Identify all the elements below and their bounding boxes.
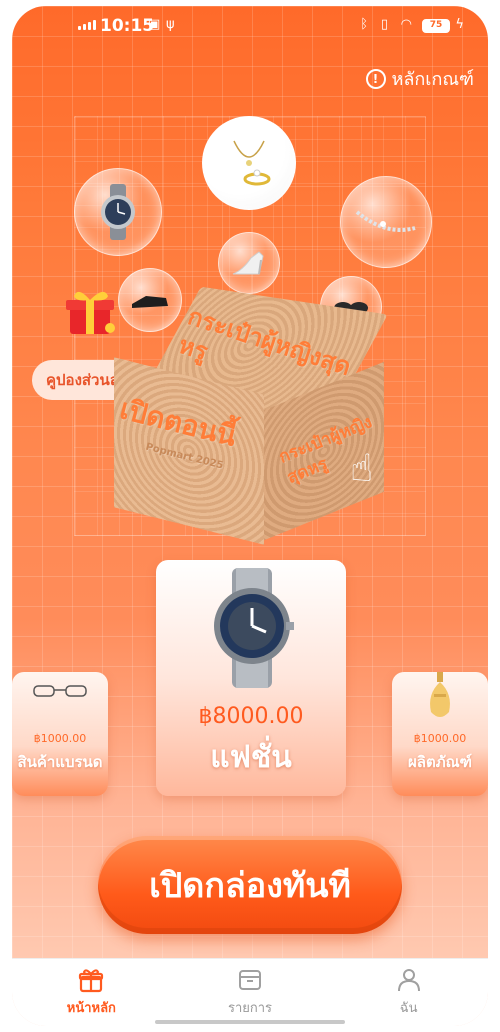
gift-box-icon	[79, 969, 104, 993]
usb-icon: ψ	[166, 17, 175, 32]
vibrate-icon: ▯	[380, 17, 388, 32]
perfume-bottle-icon	[430, 672, 450, 717]
wifi-icon: ◠	[400, 17, 412, 32]
product-category: สินค้าแบรนด	[17, 753, 103, 771]
status-bar: 10:15 ▣ ψ ᛒ ▯ ◠ 75 ϟ	[12, 6, 488, 46]
tap-hand-icon: ☝	[350, 446, 374, 490]
necklace-bubble	[202, 116, 296, 210]
product-card-right[interactable]: ฿1000.00 ผลิตภัณฑ์	[392, 672, 488, 796]
eyeglasses-icon	[33, 685, 87, 697]
exclamation-icon: !	[365, 68, 386, 89]
product-card-center[interactable]: ฿8000.00 แฟชั่น	[156, 560, 346, 796]
tab-home[interactable]: หน้าหลัก	[12, 959, 171, 1026]
rules-link[interactable]: ! หลักเกณฑ์	[365, 64, 475, 93]
watch-bubble	[74, 168, 162, 256]
tab-label: รายการ	[227, 1001, 273, 1016]
heel-bubble	[218, 232, 280, 294]
bracelet-icon	[355, 210, 416, 232]
battery-icon: 75	[422, 19, 450, 33]
product-category: แฟชั่น	[210, 740, 292, 775]
status-time: 10:15	[100, 16, 155, 36]
tab-orders[interactable]: รายการ	[171, 959, 330, 1026]
bracelet-bubble	[340, 176, 432, 268]
signal-icon	[78, 20, 96, 30]
product-price: ฿8000.00	[198, 704, 304, 729]
wristwatch-icon	[101, 184, 135, 240]
archive-box-icon	[239, 970, 261, 990]
wristwatch-icon	[214, 568, 294, 688]
rules-label: หลักเกณฑ์	[391, 69, 475, 90]
open-box-button[interactable]: เปิดกล่องทันที	[98, 836, 402, 934]
app-screen: 10:15 ▣ ψ ᛒ ▯ ◠ 75 ϟ ! หลักเกณฑ์ คูปองส่…	[12, 6, 488, 1026]
product-price: ฿1000.00	[413, 732, 467, 745]
bluetooth-icon: ᛒ	[360, 17, 368, 32]
tab-label: ฉัน	[399, 1001, 418, 1016]
tab-label: หน้าหลัก	[66, 1001, 116, 1016]
mystery-box[interactable]: กระเป๋าผู้หญิงสุดหรู เปิดตอนนี้ Popmart …	[104, 286, 404, 546]
person-icon	[397, 969, 420, 992]
product-price: ฿1000.00	[33, 732, 87, 745]
product-card-left[interactable]: ฿1000.00 สินค้าแบรนด	[12, 672, 108, 796]
home-indicator	[155, 1020, 345, 1024]
bottom-tab-bar: หน้าหลัก รายการ ฉัน	[12, 958, 488, 1026]
charging-icon: ϟ	[455, 17, 464, 32]
app-notification-icon: ▣	[148, 17, 161, 32]
product-category: ผลิตภัณฑ์	[408, 753, 472, 771]
tab-me[interactable]: ฉัน	[329, 959, 488, 1026]
necklace-ring-icon	[233, 140, 271, 186]
high-heel-icon	[232, 251, 264, 275]
